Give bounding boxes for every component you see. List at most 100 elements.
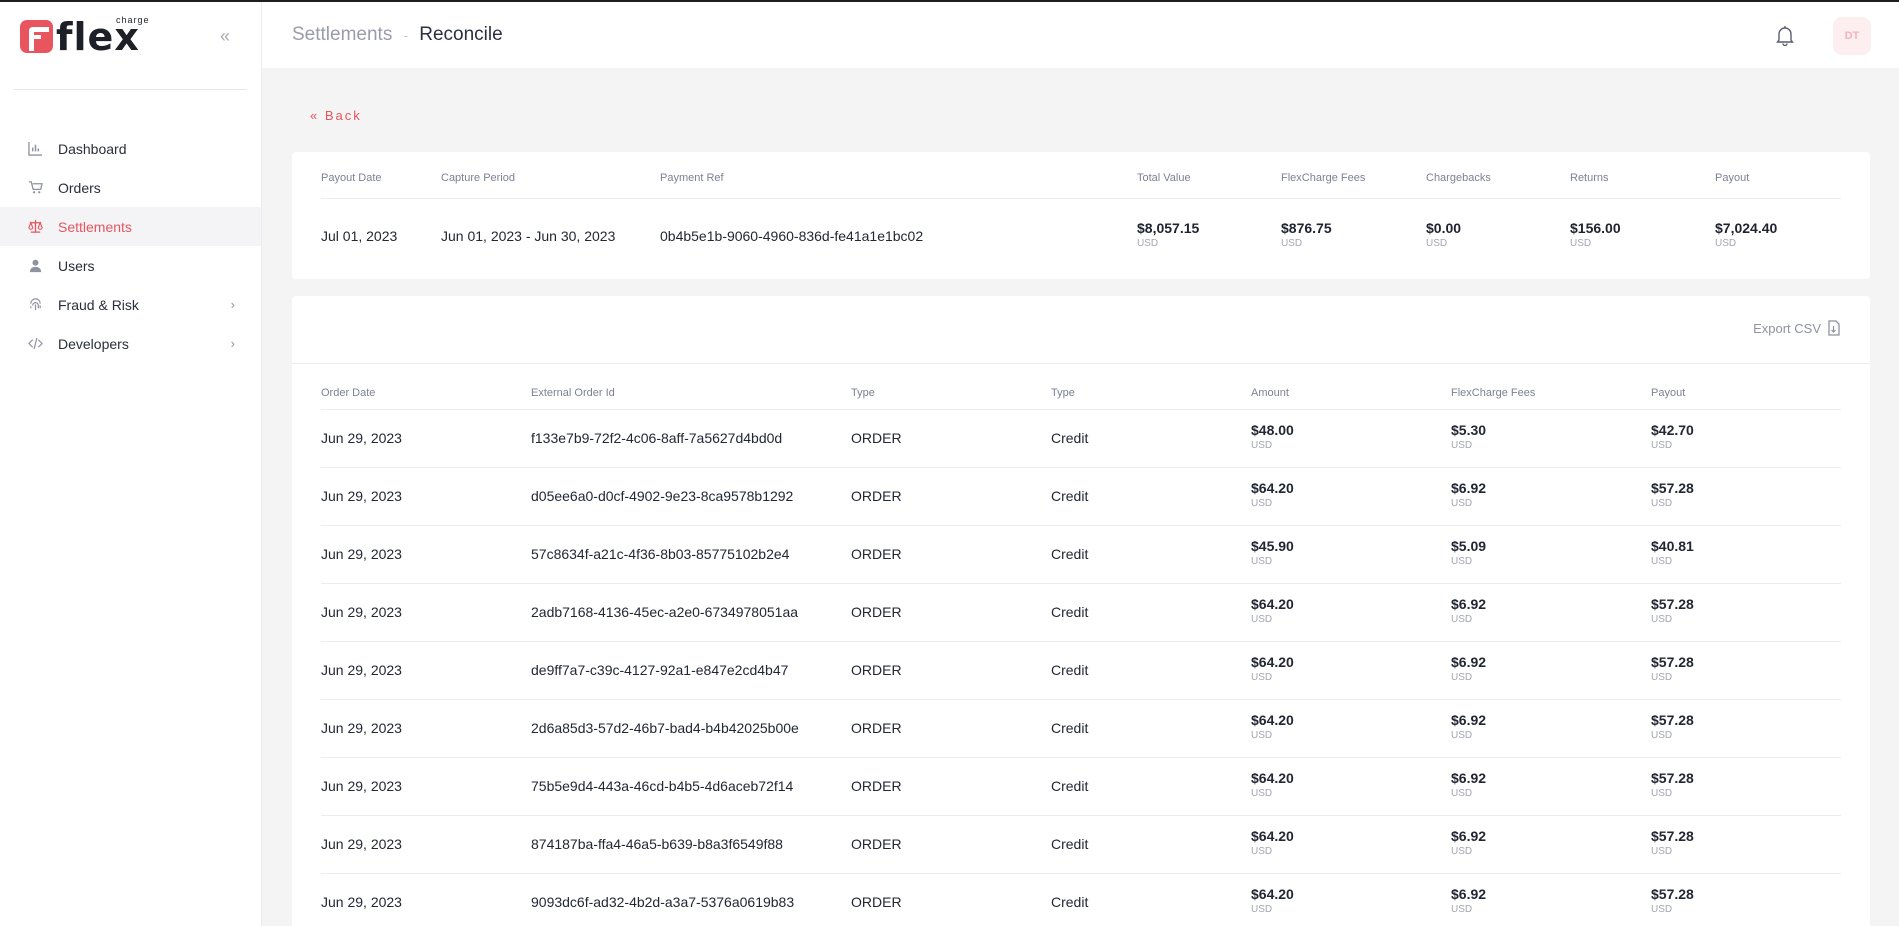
external-order-id-cell[interactable]: de9ff7a7-c39c-4127-92a1-e847e2cd4b47 <box>531 662 788 678</box>
header-chargebacks: Chargebacks <box>1426 172 1491 184</box>
table-row[interactable]: Jun 29, 2023 de9ff7a7-c39c-4127-92a1-e84… <box>321 642 1841 700</box>
currency: USD <box>1451 904 1473 915</box>
column-amount[interactable]: Amount <box>1251 387 1289 399</box>
external-order-id-cell[interactable]: 9093dc6f-ad32-4b2d-a3a7-5376a0619b83 <box>531 894 794 910</box>
amount: $0.00 <box>1426 220 1462 236</box>
header-fees: FlexCharge Fees <box>1281 172 1366 184</box>
order-date-cell: Jun 29, 2023 <box>321 894 402 910</box>
breadcrumb-separator: - <box>403 28 408 43</box>
table-row[interactable]: Jun 29, 2023 d05ee6a0-d0cf-4902-9e23-8ca… <box>321 468 1841 526</box>
amount: $64.20 <box>1251 886 1294 902</box>
payout-cell: $57.28 USD <box>1651 596 1694 625</box>
currency: USD <box>1251 440 1273 451</box>
amount: $6.92 <box>1451 596 1487 612</box>
type-cell: ORDER <box>851 546 902 562</box>
amount: $57.28 <box>1651 596 1694 612</box>
type-cell: ORDER <box>851 604 902 620</box>
column-external-order-id[interactable]: External Order Id <box>531 387 615 399</box>
order-date-cell: Jun 29, 2023 <box>321 662 402 678</box>
column-payout[interactable]: Payout <box>1651 387 1685 399</box>
amount: $57.28 <box>1651 480 1694 496</box>
breadcrumb-settlements[interactable]: Settlements <box>292 24 392 45</box>
chevron-right-icon: › <box>230 336 235 351</box>
amount: $6.92 <box>1451 654 1487 670</box>
amount: $64.20 <box>1251 712 1294 728</box>
back-label: Back <box>324 108 362 123</box>
sidebar-item-label: Settlements <box>58 218 132 235</box>
payout-cell: $57.28 USD <box>1651 712 1694 741</box>
fees-cell: $6.92 USD <box>1451 712 1486 741</box>
type-cell: ORDER <box>851 430 902 446</box>
type-secondary-cell: Credit <box>1051 430 1089 446</box>
currency: USD <box>1251 788 1273 799</box>
fees-cell: $5.09 USD <box>1451 538 1486 567</box>
amount: $57.28 <box>1651 770 1694 786</box>
fees-cell: $6.92 USD <box>1451 770 1486 799</box>
table-row[interactable]: Jun 29, 2023 f133e7b9-72f2-4c06-8aff-7a5… <box>321 410 1841 468</box>
sidebar-item-label: Users <box>58 257 95 274</box>
payout-value: $7,024.40 USD <box>1715 220 1777 249</box>
currency: USD <box>1651 904 1673 915</box>
table-row[interactable]: Jun 29, 2023 57c8634f-a21c-4f36-8b03-857… <box>321 526 1841 584</box>
currency: USD <box>1651 556 1673 567</box>
column-type-secondary[interactable]: Type <box>1051 387 1075 399</box>
table-row[interactable]: Jun 29, 2023 75b5e9d4-443a-46cd-b4b5-4d6… <box>321 758 1841 816</box>
amount: $48.00 <box>1251 422 1294 438</box>
type-secondary-cell: Credit <box>1051 778 1089 794</box>
sidebar-item-settlements[interactable]: Settlements <box>0 207 261 246</box>
export-csv-label: Export CSV <box>1753 320 1821 336</box>
type-secondary-cell: Credit <box>1051 546 1089 562</box>
orders-table-body: Jun 29, 2023 f133e7b9-72f2-4c06-8aff-7a5… <box>321 410 1841 926</box>
bell-icon[interactable] <box>1774 24 1796 47</box>
user-icon <box>27 258 43 274</box>
amount: $57.28 <box>1651 654 1694 670</box>
sidebar-item-developers[interactable]: Developers › <box>0 324 261 363</box>
amount: $64.20 <box>1251 480 1294 496</box>
csv-file-icon <box>1828 320 1840 336</box>
column-order-date[interactable]: Order Date <box>321 387 375 399</box>
currency: USD <box>1251 614 1273 625</box>
type-secondary-cell: Credit <box>1051 894 1089 910</box>
external-order-id-cell[interactable]: 57c8634f-a21c-4f36-8b03-85775102b2e4 <box>531 546 789 562</box>
avatar[interactable]: DT <box>1833 17 1871 55</box>
external-order-id-cell[interactable]: f133e7b9-72f2-4c06-8aff-7a5627d4bd0d <box>531 430 782 446</box>
sidebar-item-label: Fraud & Risk <box>58 296 139 313</box>
table-row[interactable]: Jun 29, 2023 9093dc6f-ad32-4b2d-a3a7-537… <box>321 874 1841 926</box>
amount-cell: $64.20 USD <box>1251 828 1294 857</box>
sidebar-item-orders[interactable]: Orders <box>0 168 261 207</box>
currency: USD <box>1451 730 1473 741</box>
logo-mark-icon <box>20 20 53 53</box>
table-row[interactable]: Jun 29, 2023 874187ba-ffa4-46a5-b639-b8a… <box>321 816 1841 874</box>
sidebar-item-users[interactable]: Users <box>0 246 261 285</box>
amount: $6.92 <box>1451 712 1487 728</box>
order-date-cell: Jun 29, 2023 <box>321 430 402 446</box>
external-order-id-cell[interactable]: d05ee6a0-d0cf-4902-9e23-8ca9578b1292 <box>531 488 793 504</box>
amount: $64.20 <box>1251 654 1294 670</box>
column-type[interactable]: Type <box>851 387 875 399</box>
collapse-sidebar-icon[interactable]: « <box>220 26 230 47</box>
breadcrumb-current: Reconcile <box>419 24 503 45</box>
currency: USD <box>1451 672 1473 683</box>
type-secondary-cell: Credit <box>1051 836 1089 852</box>
table-row[interactable]: Jun 29, 2023 2adb7168-4136-45ec-a2e0-673… <box>321 584 1841 642</box>
sidebar-item-fraud-risk[interactable]: Fraud & Risk › <box>0 285 261 324</box>
export-csv-button[interactable]: Export CSV <box>1753 320 1842 336</box>
back-button[interactable]: « Back <box>310 108 362 123</box>
amount: $64.20 <box>1251 828 1294 844</box>
external-order-id-cell[interactable]: 874187ba-ffa4-46a5-b639-b8a3f6549f88 <box>531 836 783 852</box>
sidebar-item-dashboard[interactable]: Dashboard <box>0 129 261 168</box>
order-date-cell: Jun 29, 2023 <box>321 778 402 794</box>
external-order-id-cell[interactable]: 2adb7168-4136-45ec-a2e0-6734978051aa <box>531 604 798 620</box>
amount: $8,057.15 <box>1137 220 1200 236</box>
currency: USD <box>1651 672 1673 683</box>
type-cell: ORDER <box>851 720 902 736</box>
table-row[interactable]: Jun 29, 2023 2d6a85d3-57d2-46b7-bad4-b4b… <box>321 700 1841 758</box>
payout-cell: $57.28 USD <box>1651 770 1694 799</box>
currency: USD <box>1715 238 1737 249</box>
currency: USD <box>1251 556 1273 567</box>
amount: $57.28 <box>1651 712 1694 728</box>
chevron-right-icon: › <box>230 297 235 312</box>
column-fees[interactable]: FlexCharge Fees <box>1451 387 1535 399</box>
external-order-id-cell[interactable]: 75b5e9d4-443a-46cd-b4b5-4d6aceb72f14 <box>531 778 793 794</box>
external-order-id-cell[interactable]: 2d6a85d3-57d2-46b7-bad4-b4b42025b00e <box>531 720 799 736</box>
